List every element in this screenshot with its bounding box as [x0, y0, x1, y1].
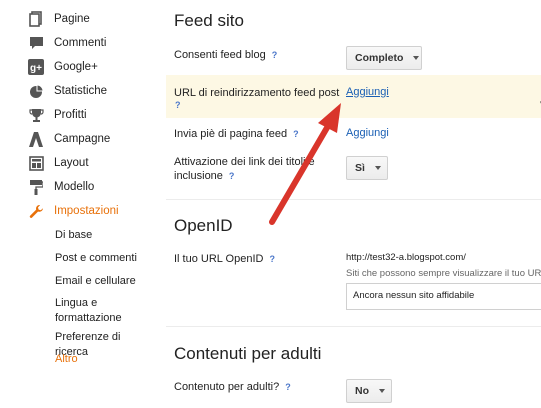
pages-icon: [28, 11, 44, 27]
adult-content-dropdown[interactable]: No: [346, 379, 392, 403]
sidebar-item-label: Pagine: [54, 13, 90, 25]
openid-url-label-text: Il tuo URL OpenID: [174, 253, 264, 265]
title-links-label: Attivazione dei link dei titoli e inclus…: [174, 155, 344, 183]
help-icon[interactable]: ?: [272, 50, 278, 60]
sidebar-subitem-post-e-commenti[interactable]: Post e commenti: [55, 251, 137, 266]
trusted-sites-box: Ancora nessun sito affidabile: [346, 283, 541, 310]
help-icon[interactable]: ?: [229, 171, 235, 181]
google-plus-icon: g+: [28, 59, 44, 75]
help-icon[interactable]: ?: [285, 382, 291, 392]
sidebar-subitem-di-base[interactable]: Di base: [55, 228, 92, 243]
trusted-sites-hint: Siti che possono sempre visualizzare il …: [346, 268, 541, 279]
pie-chart-icon: [28, 83, 44, 99]
openid-url-value: http://test32-a.blogspot.com/: [346, 252, 466, 263]
trophy-icon: [28, 107, 44, 123]
sidebar-subitem-email-e-cellulare[interactable]: Email e cellulare: [55, 274, 136, 289]
sidebar-item-label: Statistiche: [54, 85, 108, 97]
adult-content-label: Contenuto per adulti??: [174, 380, 291, 394]
adult-content-label-text: Contenuto per adulti?: [174, 381, 280, 393]
feed-footer-add-link[interactable]: Aggiungi: [346, 127, 389, 139]
sidebar-item-label: Commenti: [54, 37, 107, 49]
title-links-value: Sì: [355, 162, 365, 174]
title-links-dropdown[interactable]: Sì: [346, 156, 388, 180]
chevron-down-icon: [379, 389, 385, 393]
feed-section-title: Feed sito: [174, 11, 244, 30]
layout-icon: [28, 155, 44, 171]
adult-section-title: Contenuti per adulti: [174, 344, 322, 363]
allow-feed-dropdown[interactable]: Completo: [346, 46, 422, 70]
sidebar-item-label: Layout: [54, 157, 89, 169]
settings-panel: Feed sito Consenti feed blog? Completo U…: [166, 0, 541, 408]
openid-url-label: Il tuo URL OpenID?: [174, 252, 275, 266]
allow-feed-value: Completo: [355, 52, 404, 64]
sidebar-subitem-altro[interactable]: Altro: [55, 352, 78, 367]
svg-text:g+: g+: [30, 63, 42, 74]
campaign-icon: [28, 131, 44, 147]
sidebar-nav: Pagine Commenti g+ Google+ Statistiche P…: [0, 0, 155, 408]
chevron-down-icon: [413, 56, 420, 60]
openid-section-title: OpenID: [174, 216, 233, 235]
help-icon[interactable]: ?: [175, 100, 181, 110]
sidebar-item-label: Impostazioni: [54, 205, 119, 217]
paint-roller-icon: [28, 179, 44, 195]
allow-feed-label: Consenti feed blog?: [174, 48, 277, 62]
redirect-url-label-text: URL di reindirizzamento feed post: [174, 87, 340, 99]
adult-content-value: No: [355, 385, 369, 397]
sidebar-item-label: Campagne: [54, 133, 111, 145]
comment-icon: [28, 35, 44, 51]
sidebar-item-label: Google+: [54, 61, 98, 73]
redirect-url-add-link[interactable]: Aggiungi: [346, 86, 389, 98]
section-divider: [166, 326, 541, 327]
feed-footer-label: Invia piè di pagina feed?: [174, 127, 299, 141]
help-icon[interactable]: ?: [269, 254, 275, 264]
wrench-icon: [28, 203, 44, 219]
allow-feed-label-text: Consenti feed blog: [174, 49, 266, 61]
sidebar-item-label: Profitti: [54, 109, 87, 121]
feed-footer-label-text: Invia piè di pagina feed: [174, 128, 288, 140]
redirect-url-label: URL di reindirizzamento feed post: [174, 86, 339, 100]
sidebar-subitem-lingua-e-formattazione[interactable]: Lingua e formattazione: [55, 296, 145, 326]
title-links-label-text: Attivazione dei link dei titoli e inclus…: [174, 156, 315, 182]
chevron-down-icon: [374, 166, 381, 170]
help-icon[interactable]: ?: [293, 129, 299, 139]
sidebar-item-label: Modello: [54, 181, 95, 193]
section-divider: [166, 199, 541, 200]
